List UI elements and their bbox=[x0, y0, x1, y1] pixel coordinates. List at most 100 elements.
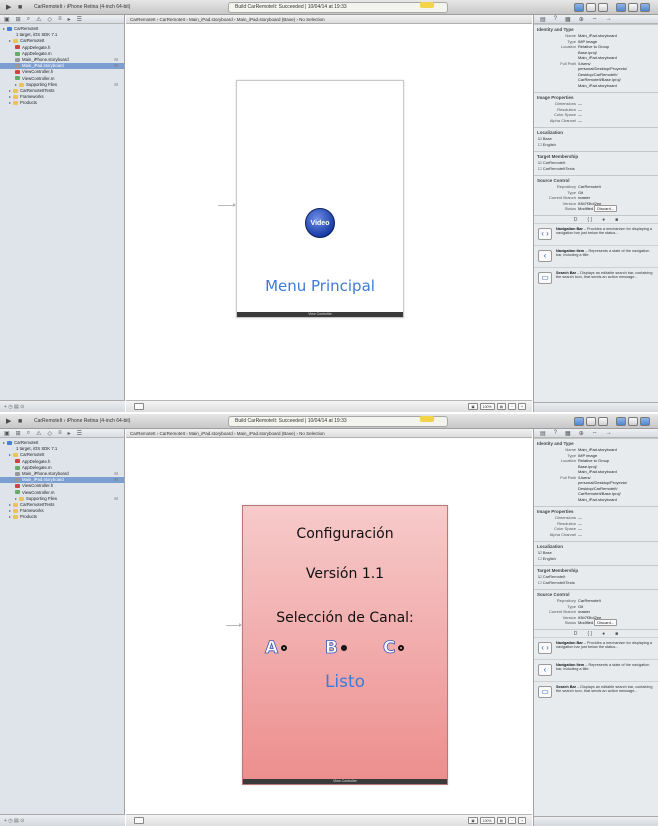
location-select[interactable]: Relative to Group bbox=[578, 458, 609, 463]
editor-mode-buttons[interactable] bbox=[574, 417, 608, 426]
size-icon[interactable]: ⇔ bbox=[592, 430, 598, 436]
editor-mode-buttons[interactable] bbox=[574, 3, 608, 12]
configuration-scene[interactable]: Configuración Versión 1.1 Selección de C… bbox=[242, 505, 448, 785]
disclosure-triangle-icon[interactable] bbox=[9, 454, 11, 457]
connections-icon[interactable]: → bbox=[606, 16, 612, 22]
zoom-out-icon[interactable]: − bbox=[507, 403, 516, 410]
file-inspector-icon[interactable]: ▤ bbox=[540, 430, 546, 437]
discard-button[interactable]: Discard... bbox=[594, 619, 618, 626]
disclosure-triangle-icon[interactable] bbox=[3, 27, 5, 30]
disclosure-triangle-icon[interactable] bbox=[9, 509, 11, 512]
disclosure-triangle-icon[interactable] bbox=[3, 441, 5, 444]
run-icon[interactable]: ▶ bbox=[6, 3, 11, 12]
run-icon[interactable]: ▶ bbox=[6, 417, 11, 426]
library-item-search-bar[interactable]: ▭ Search Bar – Displays an editable searc… bbox=[534, 680, 658, 703]
issue-icon[interactable]: ⚠ bbox=[36, 430, 41, 437]
fit-icon[interactable]: ▣ bbox=[468, 817, 478, 824]
test-icon[interactable]: ◇ bbox=[47, 430, 52, 437]
navigator-filter-bar[interactable]: + ◷ ▤ ⊙ bbox=[0, 400, 125, 412]
loc-english-checkbox[interactable]: ☐ English bbox=[534, 142, 658, 148]
library-item-search-bar[interactable]: ▭ Search Bar – Displays an editable searc… bbox=[534, 266, 658, 289]
zoom-out-icon[interactable]: − bbox=[507, 817, 516, 824]
scheme-selector[interactable]: CarRemoteIt › iPhone Retina (4-inch 64-b… bbox=[34, 3, 130, 12]
debug-icon[interactable]: ≡ bbox=[58, 430, 62, 436]
jump-bar[interactable]: CarRemoteIt › CarRemoteIt › Main_iPad.st… bbox=[126, 429, 532, 438]
navigator-filter-bar[interactable]: + ◷ ▤ ⊙ bbox=[0, 814, 125, 826]
disclosure-triangle-icon[interactable] bbox=[9, 516, 11, 519]
fit-icon[interactable]: ▣ bbox=[468, 403, 478, 410]
video-button[interactable]: Video bbox=[305, 208, 335, 238]
disclosure-triangle-icon[interactable] bbox=[9, 503, 11, 506]
disclosure-triangle-icon[interactable] bbox=[9, 102, 11, 105]
type-select[interactable]: IMP image bbox=[578, 453, 597, 458]
layout-icon[interactable]: ▤ bbox=[496, 403, 506, 410]
stop-icon[interactable]: ■ bbox=[18, 3, 22, 12]
target-tests-checkbox[interactable]: ☐ CarRemoteItTests bbox=[534, 166, 658, 172]
discard-button[interactable]: Discard... bbox=[594, 205, 618, 212]
tree-item[interactable]: Products bbox=[0, 100, 124, 106]
help-icon[interactable]: ? bbox=[554, 16, 557, 22]
disclosure-triangle-icon[interactable] bbox=[9, 40, 11, 43]
identity-icon[interactable]: ▦ bbox=[565, 16, 571, 23]
symbol-icon[interactable]: ⊞ bbox=[16, 430, 21, 437]
connections-icon[interactable]: → bbox=[606, 430, 612, 436]
library-filter-bar[interactable] bbox=[534, 402, 658, 412]
attributes-icon[interactable]: ⊕ bbox=[579, 16, 584, 23]
disclosure-triangle-icon[interactable] bbox=[15, 83, 17, 86]
radio-c-icon[interactable] bbox=[398, 645, 405, 651]
channel-c-option[interactable]: C bbox=[383, 638, 405, 658]
identity-icon[interactable]: ▦ bbox=[565, 430, 571, 437]
target-tests-checkbox[interactable]: ☐ CarRemoteItTests bbox=[534, 580, 658, 586]
library-filter-bar[interactable] bbox=[534, 816, 658, 826]
zoom-in-icon[interactable]: + bbox=[517, 403, 526, 410]
zoom-in-icon[interactable]: + bbox=[517, 817, 526, 824]
disclosure-triangle-icon[interactable] bbox=[9, 95, 11, 98]
library-tabs[interactable]: D{ } ● ■ bbox=[534, 628, 658, 637]
disclosure-triangle-icon[interactable] bbox=[15, 497, 17, 500]
warning-badge[interactable] bbox=[420, 416, 434, 422]
file-inspector-icon[interactable]: ▤ bbox=[540, 16, 546, 23]
view-toggle-buttons[interactable] bbox=[616, 417, 650, 426]
channel-a-option[interactable]: A bbox=[265, 638, 288, 658]
name-field[interactable]: Main_iPad.storyboard bbox=[578, 33, 617, 38]
document-outline-button[interactable] bbox=[134, 403, 144, 410]
search-icon[interactable]: ⌕ bbox=[27, 430, 30, 436]
symbol-icon[interactable]: ⊞ bbox=[16, 16, 21, 23]
folder-icon[interactable]: ▣ bbox=[4, 430, 10, 437]
library-item-navigation-bar[interactable]: ‹ › Navigation Bar – Provides a mechanism… bbox=[534, 222, 658, 245]
navigator-selector-bar[interactable]: ▣ ⊞ ⌕ ⚠ ◇ ≡ ▸ ☰ bbox=[0, 429, 124, 438]
type-select[interactable]: IMP image bbox=[578, 39, 597, 44]
zoom-level[interactable]: 100% bbox=[479, 403, 495, 410]
listo-button[interactable]: Listo bbox=[243, 672, 447, 692]
view-controller-scene[interactable]: Video Menu Principal View Controller bbox=[236, 80, 404, 318]
library-item-navigation-item[interactable]: ‹ Navigation Item – Represents a state of… bbox=[534, 658, 658, 681]
radio-b-icon[interactable] bbox=[340, 645, 347, 651]
layout-icon[interactable]: ▤ bbox=[496, 817, 506, 824]
navigator-selector-bar[interactable]: ▣ ⊞ ⌕ ⚠ ◇ ≡ ▸ ☰ bbox=[0, 15, 124, 24]
zoom-controls[interactable]: ▣ 100% ▤ − + bbox=[468, 817, 526, 824]
inspector-selector-bar[interactable]: ▤? ▦ ⊕ ⇔ → bbox=[534, 15, 658, 24]
zoom-controls[interactable]: ▣ 100% ▤ − + bbox=[468, 403, 526, 410]
name-field[interactable]: Main_iPad.storyboard bbox=[578, 447, 617, 452]
zoom-level[interactable]: 100% bbox=[479, 817, 495, 824]
help-icon[interactable]: ? bbox=[554, 430, 557, 436]
log-icon[interactable]: ☰ bbox=[77, 16, 82, 23]
test-icon[interactable]: ◇ bbox=[47, 16, 52, 23]
attributes-icon[interactable]: ⊕ bbox=[579, 430, 584, 437]
breakpoint-icon[interactable]: ▸ bbox=[68, 430, 71, 437]
scheme-selector[interactable]: CarRemoteIt › iPhone Retina (4-inch 64-b… bbox=[34, 417, 130, 426]
inspector-selector-bar[interactable]: ▤? ▦ ⊕ ⇔ → bbox=[534, 429, 658, 438]
loc-english-checkbox[interactable]: ☐ English bbox=[534, 556, 658, 562]
debug-icon[interactable]: ≡ bbox=[58, 16, 62, 22]
view-toggle-buttons[interactable] bbox=[616, 3, 650, 12]
stop-icon[interactable]: ■ bbox=[18, 417, 22, 426]
search-icon[interactable]: ⌕ bbox=[27, 16, 30, 22]
jump-bar[interactable]: CarRemoteIt › CarRemoteIt › Main_iPad.st… bbox=[126, 15, 532, 24]
size-icon[interactable]: ⇔ bbox=[592, 16, 598, 22]
document-outline-button[interactable] bbox=[134, 817, 144, 824]
radio-a-icon[interactable] bbox=[281, 645, 288, 651]
issue-icon[interactable]: ⚠ bbox=[36, 16, 41, 23]
channel-b-option[interactable]: B bbox=[325, 638, 347, 658]
warning-badge[interactable] bbox=[420, 2, 434, 8]
tree-item[interactable]: Products bbox=[0, 514, 124, 520]
